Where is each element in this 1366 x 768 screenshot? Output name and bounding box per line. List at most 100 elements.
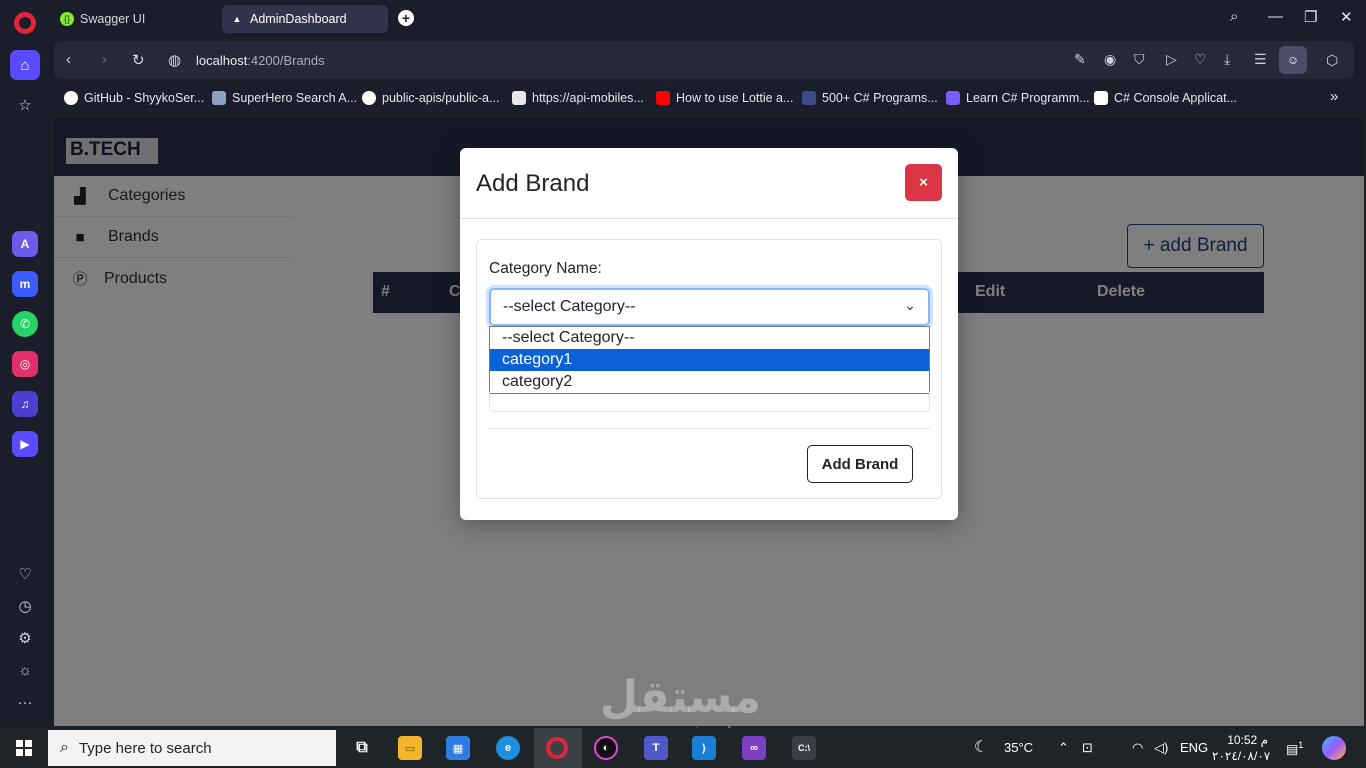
angular-icon: ▲ xyxy=(232,14,242,24)
watermark-logo: مستقل xyxy=(600,672,761,723)
windows-taskbar: ⌕ Type here to search ⧉ ▭ ▦ e ◐ T ⟩ ∞ C:… xyxy=(0,728,1366,768)
task-view-icon[interactable]: ⧉ xyxy=(350,736,374,760)
aria-icon[interactable]: A xyxy=(12,231,38,257)
page-icon xyxy=(512,91,526,105)
bookmark-item[interactable]: 500+ C# Programs... xyxy=(802,91,938,105)
address-bar: ‹ › ↻ ◍ localhost:4200/Brands ✎ ◉ ⛉ ▷ ♡ … xyxy=(52,40,1366,82)
opera-sidebar: ⌂ ☆ A m ✆ ◎ ♫ ▶ ♡ ◷ ⚙ ☼ ··· xyxy=(0,0,52,728)
app-icon[interactable]: ◐ xyxy=(594,736,618,760)
volume-icon[interactable]: ◁) xyxy=(1154,740,1168,756)
more-icon[interactable]: ··· xyxy=(10,687,40,717)
store-icon[interactable]: ▦ xyxy=(446,736,470,760)
github-icon xyxy=(362,91,376,105)
bulb-icon[interactable]: ☼ xyxy=(10,655,40,685)
category-label: Category Name: xyxy=(489,260,602,277)
play-icon[interactable]: ▷ xyxy=(1166,51,1177,68)
pinboard-icon[interactable]: ☆ xyxy=(10,90,40,120)
camera-icon[interactable]: ◉ xyxy=(1104,51,1116,68)
taskbar-search[interactable]: ⌕ Type here to search xyxy=(48,730,336,766)
teams-icon[interactable]: T xyxy=(644,736,668,760)
category-select[interactable]: --select Category-- ⌄ xyxy=(489,288,930,326)
new-tab-button[interactable]: + xyxy=(398,10,414,26)
tab-swagger[interactable]: {} Swagger UI xyxy=(52,5,216,33)
bookmark-item[interactable]: C# Console Applicat... xyxy=(1094,91,1237,105)
visual-studio-icon[interactable]: ∞ xyxy=(742,736,766,760)
bookmark-item[interactable]: public-apis/public-a... xyxy=(362,91,499,105)
instagram-icon[interactable]: ◎ xyxy=(12,351,38,377)
tab-admin-dashboard[interactable]: ▲ AdminDashboard xyxy=(222,5,388,33)
back-icon[interactable]: ‹ xyxy=(66,51,71,68)
vscode-icon[interactable]: ⟩ xyxy=(692,736,716,760)
temperature[interactable]: 35°C xyxy=(1004,740,1033,755)
close-window-icon[interactable]: ✕ xyxy=(1340,8,1353,26)
history-icon[interactable]: ◷ xyxy=(10,591,40,621)
extensions-icon[interactable]: ⬡ xyxy=(1326,52,1338,69)
copilot-icon[interactable] xyxy=(1322,736,1346,760)
settings-icon[interactable]: ⚙ xyxy=(10,623,40,653)
modal-divider xyxy=(460,218,958,219)
tab-label: Swagger UI xyxy=(80,12,146,26)
reload-icon[interactable]: ↻ xyxy=(132,51,145,69)
more-bookmarks-button[interactable]: » xyxy=(1330,88,1338,105)
opera-icon[interactable] xyxy=(546,737,568,759)
chevron-down-icon: ⌄ xyxy=(904,297,916,313)
learn-icon xyxy=(946,91,960,105)
notifications-icon[interactable]: ▤1 xyxy=(1286,740,1303,757)
file-explorer-icon[interactable]: ▭ xyxy=(398,736,422,760)
heart-icon[interactable]: ♡ xyxy=(1194,51,1207,68)
dropdown-option[interactable]: category2 xyxy=(490,371,929,393)
forward-icon[interactable]: › xyxy=(102,51,107,68)
heart-icon[interactable]: ♡ xyxy=(10,559,40,589)
player-icon[interactable]: ▶ xyxy=(12,431,38,457)
tab-label: AdminDashboard xyxy=(250,12,347,26)
superhero-icon xyxy=(212,91,226,105)
brand-form-card: Category Name: --select Category-- ⌄ --s… xyxy=(476,239,942,499)
bookmark-item[interactable]: Learn C# Programm... xyxy=(946,91,1090,105)
edge-icon[interactable]: e xyxy=(496,736,520,760)
language-indicator[interactable]: ENG xyxy=(1180,740,1208,755)
search-tabs-icon[interactable]: ⌕ xyxy=(1230,8,1238,25)
add-brand-modal: Add Brand × Category Name: --select Cate… xyxy=(460,148,958,520)
url-field[interactable]: localhost:4200/Brands xyxy=(196,53,325,68)
bookmark-item[interactable]: GitHub - ShyykoSer... xyxy=(64,91,204,105)
opera-logo-icon[interactable] xyxy=(14,12,36,34)
date: ٢٠٢٤/٠٨/٠٧ xyxy=(1212,749,1271,763)
clock[interactable]: 10:52 م ٢٠٢٤/٠٨/٠٧ xyxy=(1212,732,1271,764)
tutorial-icon xyxy=(1094,91,1108,105)
minimize-icon[interactable]: — xyxy=(1268,8,1283,25)
home-icon[interactable]: ⌂ xyxy=(10,50,40,80)
bookmark-item[interactable]: https://api-mobiles... xyxy=(512,91,644,105)
edit-icon[interactable]: ✎ xyxy=(1074,51,1086,68)
chevron-up-icon[interactable]: ⌃ xyxy=(1058,740,1069,756)
close-button[interactable]: × xyxy=(905,164,942,201)
restore-icon[interactable]: ❐ xyxy=(1304,8,1317,26)
bookmark-item[interactable]: SuperHero Search A... xyxy=(212,91,357,105)
sharp-icon xyxy=(802,91,816,105)
tab-bar: {} Swagger UI ▲ AdminDashboard + ⌕ — ❐ ✕ xyxy=(52,0,1366,38)
swagger-icon: {} xyxy=(60,12,74,26)
bookmarks-bar: GitHub - ShyykoSer... SuperHero Search A… xyxy=(52,84,1366,114)
terminal-icon[interactable]: C:\ xyxy=(792,736,816,760)
bookmark-item[interactable]: How to use Lottie a... xyxy=(656,91,793,105)
form-divider xyxy=(489,428,930,429)
brand-name-field[interactable] xyxy=(489,392,930,412)
music-icon[interactable]: ♫ xyxy=(12,391,38,417)
github-icon xyxy=(64,91,78,105)
shield-icon[interactable]: ⛉ xyxy=(1134,51,1145,68)
whatsapp-icon[interactable]: ✆ xyxy=(12,311,38,337)
download-icon[interactable]: ⤓ xyxy=(1224,51,1230,68)
search-icon: ⌕ xyxy=(60,739,69,756)
weather-icon[interactable]: ☾ xyxy=(974,737,988,757)
add-brand-submit-button[interactable]: Add Brand xyxy=(807,445,913,483)
time: 10:52 م xyxy=(1227,733,1268,747)
site-info-icon[interactable]: ◍ xyxy=(168,51,181,69)
windows-start-icon[interactable] xyxy=(16,740,32,756)
easy-setup-icon[interactable]: ☰ xyxy=(1254,51,1267,68)
profile-icon[interactable]: ☺ xyxy=(1279,46,1307,74)
meet-icon[interactable]: ⊡ xyxy=(1082,740,1093,756)
wifi-icon[interactable]: ◠ xyxy=(1132,740,1143,756)
dropdown-option[interactable]: --select Category-- xyxy=(490,327,929,349)
dropdown-option-highlighted[interactable]: category1 xyxy=(490,349,929,371)
youtube-icon xyxy=(656,91,670,105)
messenger-icon[interactable]: m xyxy=(12,271,38,297)
